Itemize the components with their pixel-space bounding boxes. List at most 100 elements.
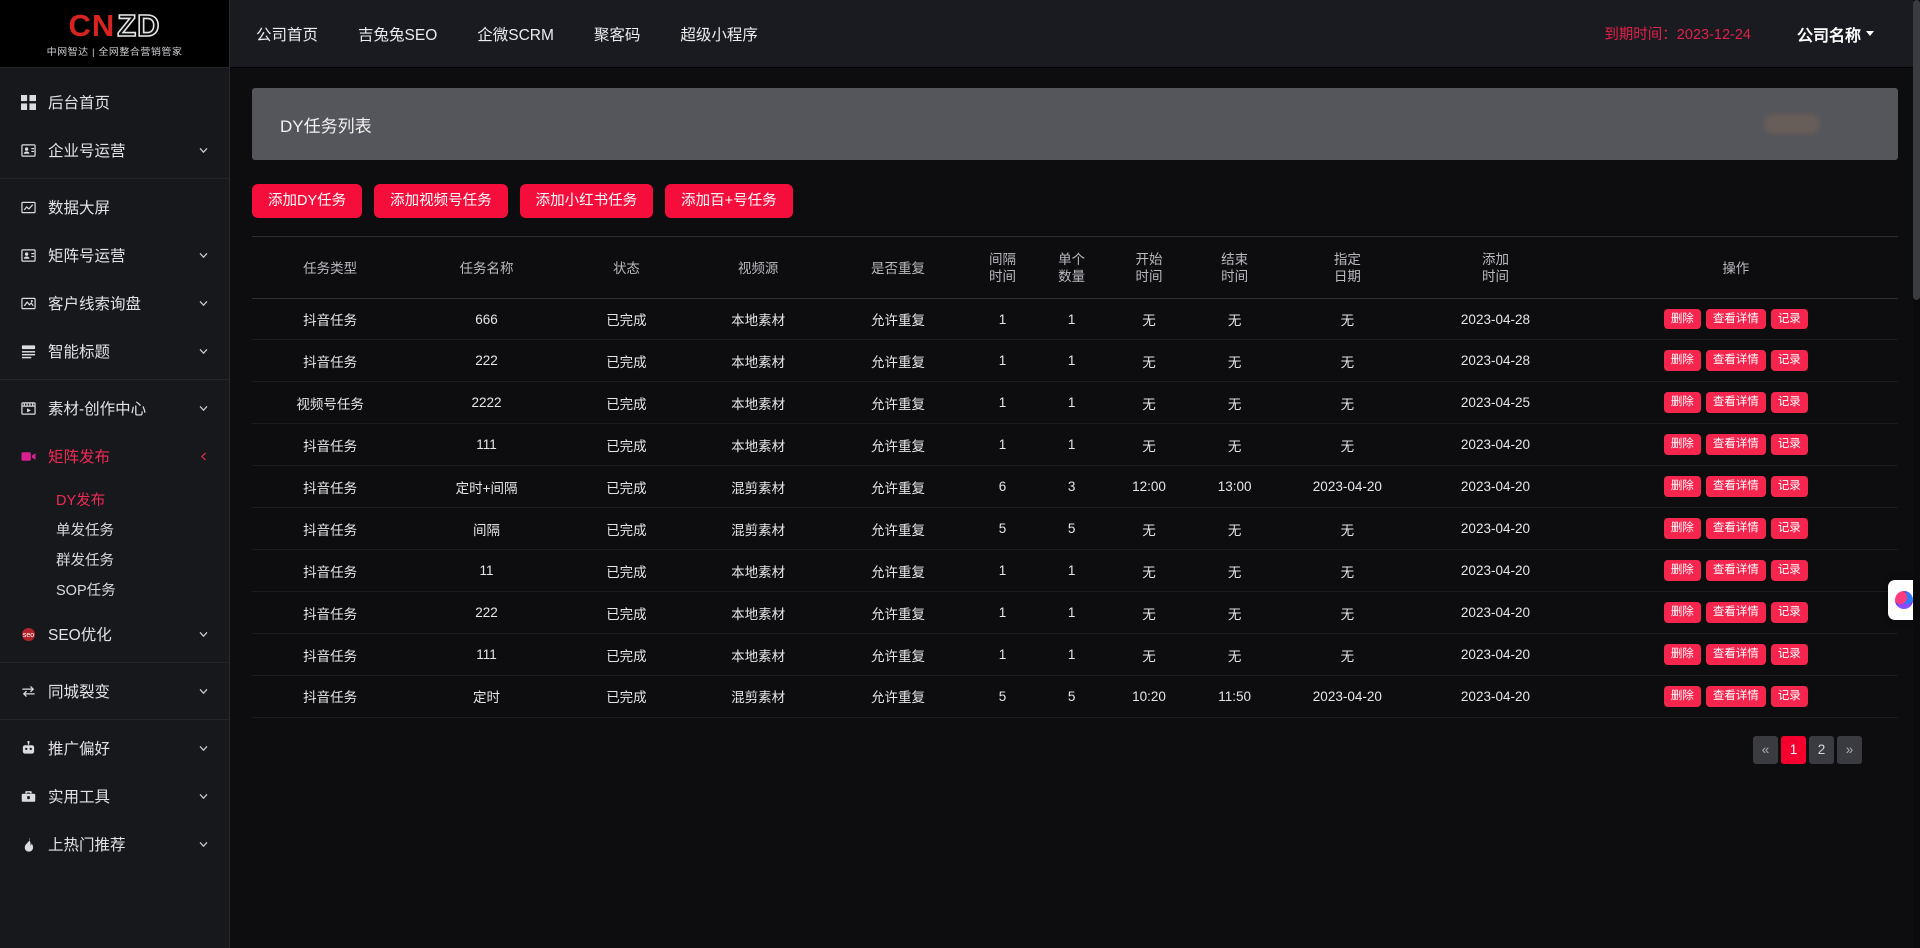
pagination: «12» (252, 718, 1898, 764)
row-action-record[interactable]: 记录 (1771, 602, 1808, 623)
topbar-right: 到期时间：2023-12-24 公司名称 (1604, 22, 1898, 46)
sidebar-item-1-5[interactable]: 推广偏好 (0, 724, 229, 772)
brand-logo-block[interactable]: CNZD 中网智达 | 全网整合营销管家 (0, 0, 229, 68)
cell-source: 混剪素材 (688, 508, 828, 550)
cell-added: 2023-04-20 (1417, 550, 1573, 592)
table-header-cell-5: 是否重复 (828, 237, 968, 298)
table-header-cell-3: 状态 (565, 237, 688, 298)
topnav-link-1[interactable]: 公司首页 (252, 23, 338, 45)
row-action-delete[interactable]: 删除 (1664, 686, 1701, 707)
row-action-record[interactable]: 记录 (1771, 560, 1808, 581)
row-action-view-details[interactable]: 查看详情 (1706, 434, 1766, 455)
row-action-record[interactable]: 记录 (1771, 644, 1808, 665)
row-action-view-details[interactable]: 查看详情 (1706, 392, 1766, 413)
cell-date: 无 (1277, 634, 1417, 676)
sidebar-item-label: 矩阵发布 (48, 445, 197, 467)
pagination-prev[interactable]: « (1753, 736, 1778, 764)
cell-interval: 1 (968, 340, 1037, 382)
row-action-view-details[interactable]: 查看详情 (1706, 686, 1766, 707)
pagination-page-2[interactable]: 2 (1809, 736, 1834, 764)
row-action-record[interactable]: 记录 (1771, 350, 1808, 371)
row-action-record[interactable]: 记录 (1771, 309, 1808, 330)
page-scrollbar-thumb[interactable] (1913, 0, 1920, 300)
cell-end: 无 (1192, 298, 1278, 340)
cell-source: 本地素材 (688, 340, 828, 382)
sidebar-item-3-3[interactable]: seoSEO优化 (0, 610, 229, 658)
row-action-delete[interactable]: 删除 (1664, 602, 1701, 623)
sidebar-item-1-1[interactable]: 后台首页 (0, 78, 229, 126)
row-action-record[interactable]: 记录 (1771, 434, 1808, 455)
add-task-button-4[interactable]: 添加百+号任务 (665, 184, 792, 218)
sidebar-item-label: 矩阵号运营 (48, 244, 197, 266)
row-action-delete[interactable]: 删除 (1664, 350, 1701, 371)
cell-operations: 删除查看详情记录 (1574, 550, 1898, 592)
add-task-button-1[interactable]: 添加DY任务 (252, 184, 362, 218)
company-menu[interactable]: 公司名称 (1797, 22, 1898, 46)
cell-count: 1 (1037, 592, 1106, 634)
cell-count: 1 (1037, 634, 1106, 676)
sidebar-group: 同城裂变 (0, 663, 229, 720)
topnav-link-4[interactable]: 聚客码 (574, 23, 661, 45)
sidebar-item-3-2[interactable]: 客户线索询盘 (0, 279, 229, 327)
sidebar-item-2-2[interactable]: 矩阵号运营 (0, 231, 229, 279)
company-name-label: 公司名称 (1797, 22, 1861, 46)
row-action-delete[interactable]: 删除 (1664, 518, 1701, 539)
row-action-delete[interactable]: 删除 (1664, 560, 1701, 581)
row-action-delete[interactable]: 删除 (1664, 309, 1701, 330)
row-action-view-details[interactable]: 查看详情 (1706, 602, 1766, 623)
page-title: DY任务列表 (280, 112, 372, 137)
sidebar-item-1-4[interactable]: 同城裂变 (0, 667, 229, 715)
sidebar-item-1-3[interactable]: 素材-创作中心 (0, 384, 229, 432)
row-action-view-details[interactable]: 查看详情 (1706, 476, 1766, 497)
cell-type: 抖音任务 (252, 675, 408, 717)
app-root: CNZD 中网智达 | 全网整合营销管家 后台首页企业号运营数据大屏矩阵号运营客… (0, 0, 1920, 948)
cell-start: 10:20 (1106, 675, 1192, 717)
sidebar-item-label: 客户线索询盘 (48, 292, 197, 314)
sidebar-item-3-5[interactable]: 上热门推荐 (0, 820, 229, 868)
row-action-view-details[interactable]: 查看详情 (1706, 560, 1766, 581)
sidebar-item-2-5[interactable]: 实用工具 (0, 772, 229, 820)
topnav-link-5[interactable]: 超级小程序 (660, 23, 778, 45)
id-card-icon (18, 140, 38, 160)
pagination-page-1[interactable]: 1 (1781, 736, 1806, 764)
cell-end: 13:00 (1192, 466, 1278, 508)
table-row: 视频号任务2222已完成本地素材允许重复11无无无2023-04-25删除查看详… (252, 382, 1898, 424)
sidebar-subitem[interactable]: SOP任务 (0, 574, 229, 604)
row-action-delete[interactable]: 删除 (1664, 476, 1701, 497)
sidebar-subitem[interactable]: 单发任务 (0, 514, 229, 544)
cell-start: 无 (1106, 550, 1192, 592)
sidebar-item-2-3[interactable]: 矩阵发布 (0, 432, 229, 480)
cell-count: 1 (1037, 340, 1106, 382)
sidebar-subitem[interactable]: 群发任务 (0, 544, 229, 574)
cell-interval: 6 (968, 466, 1037, 508)
row-action-record[interactable]: 记录 (1771, 686, 1808, 707)
table-header-row: 任务类型任务名称状态视频源是否重复间隔时间单个数量开始时间结束时间指定日期添加时… (252, 237, 1898, 298)
row-action-delete[interactable]: 删除 (1664, 392, 1701, 413)
topnav-link-2[interactable]: 吉兔兔SEO (338, 23, 457, 45)
pagination-next[interactable]: » (1837, 736, 1862, 764)
cell-interval: 1 (968, 550, 1037, 592)
row-action-view-details[interactable]: 查看详情 (1706, 518, 1766, 539)
cell-status: 已完成 (565, 675, 688, 717)
cell-status: 已完成 (565, 340, 688, 382)
sidebar-subitem[interactable]: DY发布 (0, 484, 229, 514)
topnav-link-3[interactable]: 企微SCRM (457, 23, 574, 45)
id-card-icon (18, 245, 38, 265)
row-action-delete[interactable]: 删除 (1664, 434, 1701, 455)
row-action-view-details[interactable]: 查看详情 (1706, 309, 1766, 330)
page-scrollbar-track[interactable] (1913, 0, 1920, 948)
sidebar-item-4-2[interactable]: 智能标题 (0, 327, 229, 375)
dashboard-icon (18, 92, 38, 112)
row-action-view-details[interactable]: 查看详情 (1706, 644, 1766, 665)
row-action-record[interactable]: 记录 (1771, 392, 1808, 413)
row-action-record[interactable]: 记录 (1771, 518, 1808, 539)
table-row: 抖音任务间隔已完成混剪素材允许重复55无无无2023-04-20删除查看详情记录 (252, 508, 1898, 550)
row-action-record[interactable]: 记录 (1771, 476, 1808, 497)
cell-interval: 1 (968, 424, 1037, 466)
row-action-view-details[interactable]: 查看详情 (1706, 350, 1766, 371)
add-task-button-2[interactable]: 添加视频号任务 (374, 184, 508, 218)
sidebar-item-1-2[interactable]: 数据大屏 (0, 183, 229, 231)
row-action-delete[interactable]: 删除 (1664, 644, 1701, 665)
add-task-button-3[interactable]: 添加小红书任务 (520, 184, 654, 218)
sidebar-item-2-1[interactable]: 企业号运营 (0, 126, 229, 174)
